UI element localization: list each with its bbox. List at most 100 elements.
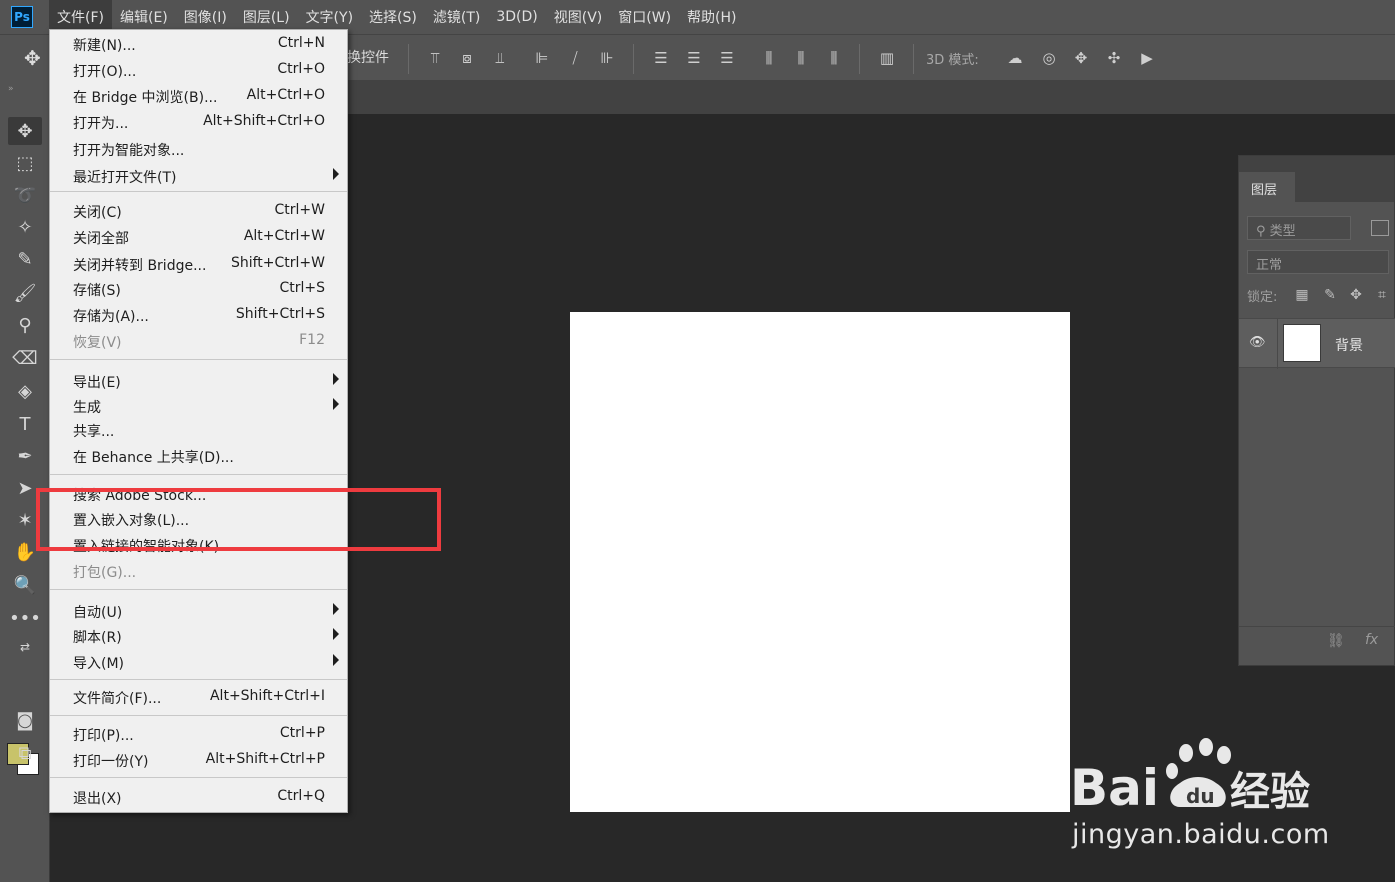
filter-pixel-layers-icon[interactable]: [1371, 220, 1389, 236]
menu-item-open-as-smart-object[interactable]: 打开为智能对象...: [50, 137, 347, 161]
magic-wand-tool-icon[interactable]: ✧: [8, 213, 42, 241]
layer-thumbnail: [1283, 324, 1321, 362]
menu-item-shortcut: Shift+Ctrl+W: [230, 255, 325, 271]
menu-item-save-as[interactable]: 存储为(A)... Shift+Ctrl+S: [50, 303, 347, 327]
marquee-tool-icon[interactable]: ⬚: [8, 149, 42, 177]
layer-filter-dropdown[interactable]: ⚲ 类型: [1247, 216, 1351, 240]
blend-mode-dropdown[interactable]: 正常: [1247, 250, 1389, 274]
lock-artboard-icon[interactable]: ⌗: [1373, 286, 1391, 304]
menu-item-export[interactable]: 导出(E): [50, 369, 347, 393]
menu-item-open-as[interactable]: 打开为... Alt+Shift+Ctrl+O: [50, 110, 347, 134]
move-tool-preset-icon[interactable]: ✥: [24, 47, 50, 69]
stamp-tool-icon[interactable]: ⚲: [8, 311, 42, 339]
menu-item-import[interactable]: 导入(M): [50, 650, 347, 674]
menu-item-label: 打开(O)...: [73, 64, 137, 80]
distribute-bottom-icon[interactable]: ☰: [717, 48, 737, 68]
zoom-tool-icon[interactable]: 🔍: [8, 571, 42, 599]
menu-item-shortcut: Alt+Shift+Ctrl+P: [205, 751, 325, 767]
layer-name[interactable]: 背景: [1335, 335, 1363, 355]
align-right-edges-icon[interactable]: ⊪: [597, 48, 617, 68]
highlight-annotation-box: [36, 488, 441, 551]
distribute-top-icon[interactable]: ☰: [651, 48, 671, 68]
3d-pan-icon[interactable]: ✥: [1071, 48, 1091, 68]
menu-item-close-all[interactable]: 关闭全部 Alt+Ctrl+W: [50, 225, 347, 249]
menu-item-exit[interactable]: 退出(X) Ctrl+Q: [50, 785, 347, 809]
document-canvas[interactable]: [570, 312, 1070, 812]
menu-item-scripts[interactable]: 脚本(R): [50, 624, 347, 648]
distribute-left-icon[interactable]: ⫼: [759, 48, 779, 68]
menu-item-open[interactable]: 打开(O)... Ctrl+O: [50, 58, 347, 82]
type-tool-icon[interactable]: T: [8, 410, 42, 438]
paint-bucket-tool-icon[interactable]: ◈: [8, 377, 42, 405]
lock-position-icon[interactable]: ✥: [1347, 286, 1365, 304]
baidu-logo: Bai du 经验: [1070, 738, 1310, 817]
menu-item-save[interactable]: 存储(S) Ctrl+S: [50, 277, 347, 301]
menu-item-print-one-copy[interactable]: 打印一份(Y) Alt+Shift+Ctrl+P: [50, 748, 347, 772]
auto-align-layers-icon[interactable]: ▥: [877, 48, 897, 68]
align-left-edges-icon[interactable]: ⊫: [532, 48, 552, 68]
distribute-horizontal-centers-icon[interactable]: ⫼: [791, 48, 811, 68]
menu-item-share-on-behance[interactable]: 在 Behance 上共享(D)...: [50, 444, 347, 468]
submenu-arrow-icon: [333, 654, 339, 666]
menu-item-close[interactable]: 关闭(C) Ctrl+W: [50, 199, 347, 223]
align-top-edges-icon[interactable]: ⫪: [425, 48, 445, 68]
menu-item-print[interactable]: 打印(P)... Ctrl+P: [50, 722, 347, 746]
layer-style-fx-icon[interactable]: fx: [1365, 632, 1378, 648]
link-layers-icon[interactable]: ⛓: [1327, 633, 1345, 649]
3d-slide-icon[interactable]: ✣: [1104, 48, 1124, 68]
menu-3d[interactable]: 3D(D): [488, 0, 545, 34]
panel-collapse-icon[interactable]: »: [8, 84, 14, 94]
layers-panel: 图层 ⚲ 类型 正常 锁定: ▦ ✎ ✥ ⌗ 👁 背景 ⛓ fx: [1238, 155, 1395, 666]
tools-panel: » ✥ ⬚ ➰ ✧ ✎ 🖌 ⚲ ⌫ ◈ T ✒ ➤ ✶ ✋ 🔍 ••• ⇄ ◙ …: [0, 80, 50, 882]
move-tool-icon[interactable]: ✥: [8, 117, 42, 145]
brush-tool-icon[interactable]: 🖌: [8, 279, 42, 307]
photoshop-window: Ps 文件(F) 编辑(E) 图像(I) 图层(L) 文字(Y) 选择(S) 滤…: [0, 0, 1395, 882]
screen-mode-icon[interactable]: ⧉: [8, 739, 42, 767]
3d-orbit-icon[interactable]: ☁: [1005, 48, 1025, 68]
menu-item-label: 打开为...: [73, 116, 129, 132]
menu-item-file-info[interactable]: 文件简介(F)... Alt+Shift+Ctrl+I: [50, 685, 347, 709]
quick-mask-icon[interactable]: ◙: [8, 706, 42, 734]
menu-item-label: 关闭并转到 Bridge...: [73, 258, 207, 274]
align-bottom-edges-icon[interactable]: ⫫: [490, 48, 510, 68]
eraser-tool-icon[interactable]: ⌫: [8, 344, 42, 372]
menu-item-automate[interactable]: 自动(U): [50, 599, 347, 623]
distribute-vertical-centers-icon[interactable]: ☰: [684, 48, 704, 68]
options-separator: [633, 44, 634, 74]
menu-item-open-recent[interactable]: 最近打开文件(T): [50, 164, 347, 188]
show-transform-controls-label[interactable]: 换控件: [347, 47, 389, 67]
menu-item-share[interactable]: 共享...: [50, 418, 347, 442]
menu-view[interactable]: 视图(V): [546, 0, 611, 34]
menu-item-browse-in-bridge[interactable]: 在 Bridge 中浏览(B)... Alt+Ctrl+O: [50, 84, 347, 108]
lock-transparent-pixels-icon[interactable]: ▦: [1293, 286, 1311, 304]
menu-item-generate[interactable]: 生成: [50, 394, 347, 418]
baidu-logo-suffix: 经验: [1230, 769, 1310, 815]
eye-icon[interactable]: 👁: [1249, 335, 1267, 351]
menu-separator: [50, 589, 347, 590]
menu-item-shortcut: Ctrl+N: [277, 35, 325, 51]
pen-tool-icon[interactable]: ✒: [8, 442, 42, 470]
lock-image-pixels-icon[interactable]: ✎: [1321, 286, 1339, 304]
menu-window[interactable]: 窗口(W): [610, 0, 679, 34]
swap-colors-icon[interactable]: ⇄: [8, 633, 42, 661]
more-tools-icon[interactable]: •••: [8, 604, 42, 632]
menu-item-label: 导入(M): [73, 656, 125, 672]
menu-select[interactable]: 选择(S): [361, 0, 425, 34]
menu-item-close-and-go-to-bridge[interactable]: 关闭并转到 Bridge... Shift+Ctrl+W: [50, 252, 347, 276]
eyedropper-tool-icon[interactable]: ✎: [8, 245, 42, 273]
menu-item-label: 在 Behance 上共享(D)...: [73, 450, 234, 466]
menu-item-shortcut: Alt+Shift+Ctrl+O: [203, 113, 325, 129]
3d-roll-icon[interactable]: ◎: [1039, 48, 1059, 68]
menu-item-new[interactable]: 新建(N)... Ctrl+N: [50, 32, 347, 56]
align-vertical-centers-icon[interactable]: ⧇: [457, 48, 477, 68]
layer-row-background[interactable]: 👁 背景: [1239, 318, 1395, 369]
3d-scale-icon[interactable]: ▶: [1137, 48, 1157, 68]
align-horizontal-centers-icon[interactable]: ⧸: [565, 48, 585, 68]
distribute-right-icon[interactable]: ⫼: [824, 48, 844, 68]
menu-help[interactable]: 帮助(H): [679, 0, 744, 34]
options-separator: [408, 44, 409, 74]
menu-item-revert: 恢复(V) F12: [50, 329, 347, 353]
lasso-tool-icon[interactable]: ➰: [8, 181, 42, 209]
tab-layers[interactable]: 图层: [1239, 172, 1295, 202]
menu-filter[interactable]: 滤镜(T): [425, 0, 488, 34]
